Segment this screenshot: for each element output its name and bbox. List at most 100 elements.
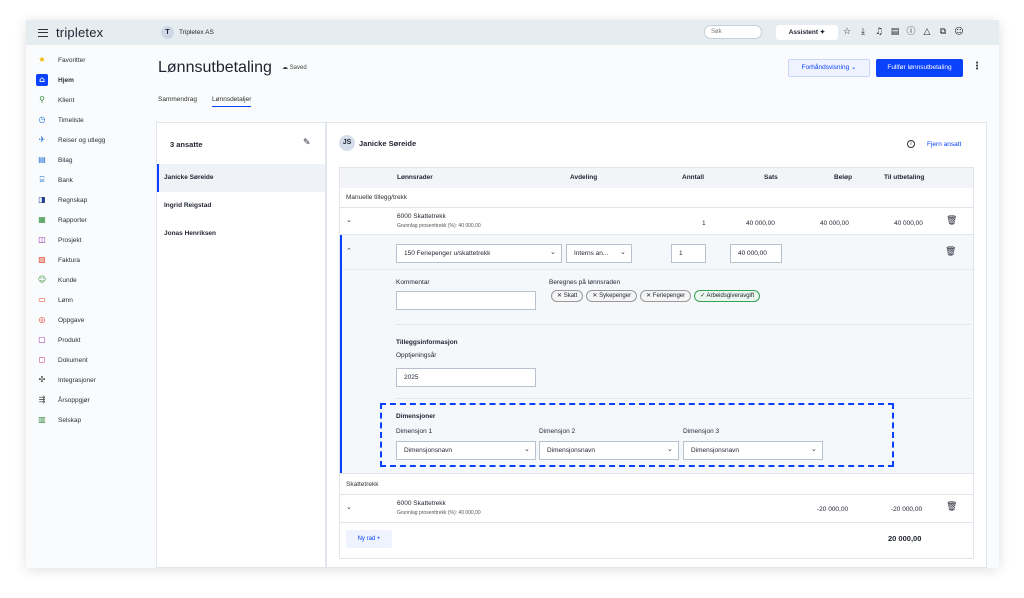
company-avatar[interactable]: T bbox=[161, 26, 174, 39]
sidebar-item-label: Oppgave bbox=[58, 316, 85, 324]
star-icon[interactable]: ☆ bbox=[841, 25, 853, 39]
amount-value: 40 000,00 bbox=[820, 220, 849, 227]
user-icon[interactable]: ☺ bbox=[953, 25, 965, 39]
sidebar-item-regnskap[interactable]: ◨ Regnskap bbox=[36, 193, 87, 207]
dimension-1-select[interactable]: Dimensjonsnavn bbox=[396, 441, 536, 460]
trash-icon[interactable]: 🗑 bbox=[945, 247, 956, 257]
sidebar-item-rapporter[interactable]: ▦ Rapporter bbox=[36, 213, 87, 227]
saved-status: ☁ Saved bbox=[282, 65, 307, 71]
employee-item[interactable]: Ingrid Reigstad bbox=[157, 192, 325, 220]
chevron-down-icon[interactable]: ⌄ bbox=[346, 216, 352, 224]
client-icon: ⚲ bbox=[39, 95, 45, 104]
customer-icon: ☺ bbox=[37, 275, 47, 284]
sidebar-item-timeliste[interactable]: ◷ Timeliste bbox=[36, 113, 84, 127]
chip-arbeidsgiveravgift[interactable]: ✓ Arbeidsgiveravgift bbox=[694, 290, 761, 302]
chip-feriepenger[interactable]: ✕ Feriepenger bbox=[640, 290, 692, 302]
finish-payroll-button[interactable]: Fullfør lønnsutbetaling bbox=[876, 59, 963, 77]
sidebar-item-bilag[interactable]: ▤ Bilag bbox=[36, 153, 72, 167]
info-circle-icon[interactable]: ⓘ bbox=[905, 25, 917, 39]
dimension-2-select[interactable]: Dimensjonsnavn bbox=[539, 441, 679, 460]
plane-icon: ✈ bbox=[38, 135, 46, 144]
sidebar-item-selskap[interactable]: ▥ Selskap bbox=[36, 413, 81, 427]
chevron-down-icon: ⌄ bbox=[667, 445, 673, 453]
chip-sykepenger[interactable]: ✕ Sykepenger bbox=[586, 290, 638, 302]
message-icon[interactable]: ▤ bbox=[889, 25, 901, 39]
column-header: Anntall bbox=[682, 174, 705, 181]
chevron-down-icon: ⌄ bbox=[524, 445, 530, 453]
invoice-icon: ▧ bbox=[38, 255, 46, 264]
bank-icon: ⌸ bbox=[39, 175, 45, 184]
chevron-up-icon[interactable]: ⌃ bbox=[346, 247, 352, 255]
external-link-icon[interactable]: ⧉ bbox=[937, 25, 949, 39]
new-row-button[interactable]: Ny rad + bbox=[346, 530, 392, 548]
column-header: Avdeling bbox=[570, 174, 598, 181]
quantity-value: 1 bbox=[702, 220, 706, 227]
bell-icon[interactable]: ♫ bbox=[873, 25, 885, 39]
company-name[interactable]: Tripletex AS bbox=[179, 29, 214, 36]
column-header: Lønnsrader bbox=[397, 174, 433, 181]
chip-skatt[interactable]: ✕ Skatt bbox=[551, 290, 584, 302]
employee-item[interactable]: Jonas Henriksen bbox=[157, 220, 325, 248]
sidebar-item-integrasjoner[interactable]: ✣ Integrasjoner bbox=[36, 373, 96, 387]
sidebar-item-faktura[interactable]: ▧ Faktura bbox=[36, 253, 80, 267]
sidebar-item-label: Lønn bbox=[58, 296, 73, 304]
menu-icon[interactable] bbox=[38, 29, 48, 37]
preview-button[interactable]: Forhåndsvisning ⌄ bbox=[788, 59, 870, 77]
employee-count: 3 ansatte bbox=[170, 140, 203, 149]
earn-year-input[interactable]: 2025 bbox=[396, 368, 536, 387]
wage-type-select[interactable]: 150 Feriepenger u/skattetrekk bbox=[396, 244, 562, 263]
employee-item[interactable]: Janicke Søreide bbox=[157, 164, 325, 192]
sidebar-item-arsoppgjor[interactable]: ⇶ Årsoppgjør bbox=[36, 393, 90, 407]
sidebar-item-prosjekt[interactable]: ◫ Prosjekt bbox=[36, 233, 81, 247]
trash-icon[interactable]: 🗑 bbox=[946, 502, 957, 512]
sidebar-item-label: Dokument bbox=[58, 356, 88, 364]
search-input[interactable]: Søk bbox=[704, 25, 762, 39]
more-options-icon[interactable]: ⋮ bbox=[972, 61, 982, 72]
sidebar-item-produkt[interactable]: ▢ Produkt bbox=[36, 333, 80, 347]
clock-icon: ◷ bbox=[38, 115, 46, 124]
info-icon[interactable]: i bbox=[907, 140, 915, 148]
dimension-3-select[interactable]: Dimensjonsnavn bbox=[683, 441, 823, 460]
document-icon: ◻ bbox=[38, 355, 46, 364]
tab-sammendrag[interactable]: Sammendrag bbox=[158, 96, 197, 106]
comment-input[interactable] bbox=[396, 291, 536, 310]
sidebar-item-label: Klient bbox=[58, 96, 75, 104]
ledger-icon: ◨ bbox=[38, 195, 46, 204]
dimensions-heading: Dimensjoner bbox=[396, 413, 436, 420]
home-icon: ⌂ bbox=[36, 74, 48, 86]
sidebar-item-bank[interactable]: ⌸ Bank bbox=[36, 173, 73, 187]
wage-row-subtitle: Grunnlag prosenttrekk (%): 40 000,00 bbox=[397, 223, 481, 229]
sidebar-item-klient[interactable]: ⚲ Klient bbox=[36, 93, 74, 107]
page-title: Lønnsutbetaling bbox=[158, 59, 272, 76]
sidebar-item-oppgave[interactable]: ◎ Oppgave bbox=[36, 313, 85, 327]
integration-icon: ✣ bbox=[38, 375, 46, 384]
column-header: Til utbetaling bbox=[884, 174, 925, 181]
sidebar-item-lonn[interactable]: ▭ Lønn bbox=[36, 293, 73, 307]
tab-lonnsdetaljer[interactable]: Lønnsdetaljer bbox=[212, 96, 252, 107]
trash-icon[interactable]: 🗑 bbox=[946, 216, 957, 226]
assistant-button[interactable]: Assistent ✦ bbox=[776, 25, 838, 40]
wage-row-subtitle: Grunnlag prosenttrekk (%): 40 000,00 bbox=[397, 510, 481, 516]
edit-icon[interactable]: ✎ bbox=[303, 138, 311, 148]
wage-row-title: 6000 Skattetrekk bbox=[397, 213, 446, 220]
project-icon: ◫ bbox=[38, 235, 46, 244]
warning-icon[interactable]: △ bbox=[921, 25, 933, 39]
sidebar-item-label: Hjem bbox=[58, 76, 74, 84]
sidebar-item-favoritter[interactable]: ★ Favoritter bbox=[36, 53, 85, 67]
sidebar-item-dokument[interactable]: ◻ Dokument bbox=[36, 353, 88, 367]
sidebar-item-kunde[interactable]: ☺ Kunde bbox=[36, 273, 77, 287]
sidebar-item-reiser[interactable]: ✈ Reiser og utlegg bbox=[36, 133, 106, 147]
task-icon: ◎ bbox=[38, 315, 46, 324]
rate-input[interactable]: 40 000,00 bbox=[730, 244, 782, 263]
sidebar-item-label: Regnskap bbox=[58, 196, 88, 204]
download-icon[interactable]: ⤓ bbox=[857, 25, 869, 39]
wage-row-title: 6000 Skattetrekk bbox=[397, 500, 446, 507]
quantity-input[interactable]: 1 bbox=[671, 244, 706, 263]
remove-employee-link[interactable]: Fjern ansatt bbox=[927, 141, 961, 148]
chevron-down-icon[interactable]: ⌄ bbox=[346, 503, 352, 511]
sidebar-item-hjem[interactable]: ⌂ Hjem bbox=[36, 73, 74, 87]
column-header: Sats bbox=[764, 174, 778, 181]
rate-value: 40 000,00 bbox=[746, 220, 775, 227]
logo: tripletex bbox=[56, 25, 104, 40]
payroll-icon: ▭ bbox=[38, 295, 46, 304]
